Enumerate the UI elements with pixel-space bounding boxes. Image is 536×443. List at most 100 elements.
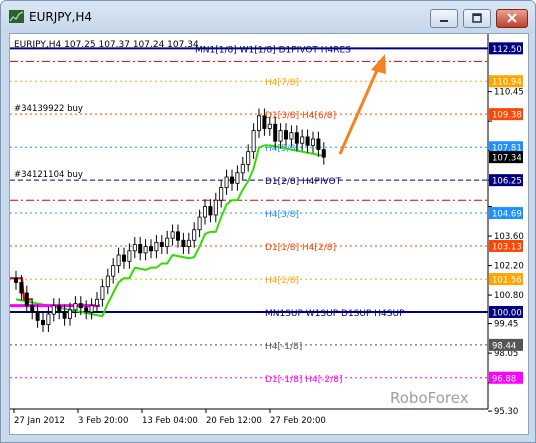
candle-body [310,138,315,146]
candle-body [100,286,105,300]
level-badge-text: 98.44 [492,341,516,351]
order-labels: #34139922 buy #34121104 buy [14,104,83,180]
candle-body [51,305,56,315]
candle-body [267,123,272,129]
candle-body [305,136,310,146]
candle-body [256,115,261,131]
candle-body [289,132,294,140]
watermark: RoboForex [390,389,469,407]
maximize-button[interactable] [463,9,491,28]
candle-body [235,172,240,184]
order-label: #34121104 buy [14,170,83,180]
candle-body [202,206,207,218]
candle-body [251,130,256,153]
candle-body [62,311,67,319]
candle-body [78,303,83,309]
candle-body [73,303,78,311]
candle-body [57,305,62,313]
candle-body [208,206,213,216]
time-tick-label: 13 Feb 04:00 [142,416,198,426]
candle-body [14,277,19,283]
candle-body [219,187,224,201]
level-badge-text: 101.56 [492,276,522,286]
level-badge-text: 103.13 [492,242,522,252]
maximize-icon [472,13,482,23]
level-label: MN1[1/8] W1[1/8] D1PIVOT H4RES [195,45,351,55]
price-tick-label: 100.80 [494,291,524,301]
candle-body [148,246,153,252]
candles [14,108,326,333]
chart-window: EURJPY,H4 MN1[1/8] W1[1/8] D1PIVOT H4RES… [0,0,536,443]
level-label: MN1SUP W1SUP D1SUP H4SUP [265,309,405,319]
candle-body [105,275,110,288]
price-chart[interactable]: MN1[1/8] W1[1/8] D1PIVOT H4RES H4[7/8] D1[… [10,34,528,434]
level-badge-text: 96.88 [492,374,516,384]
level-label: H4[-1/8] [265,342,302,352]
level-badge-text: 106.25 [492,177,522,187]
level-badge-text: 110.94 [492,78,522,88]
level-badge-text: 100.00 [492,308,522,318]
candle-body [262,115,267,129]
level-label: H4[3/8] [265,210,299,220]
time-tick-label: 20 Feb 12:00 [206,416,262,426]
price-tick-label: 110.45 [494,88,524,98]
candle-body [283,130,288,140]
candle-body [68,309,73,319]
candle-body [84,307,89,313]
time-axis-labels: 27 Jan 2012 3 Feb 20:00 13 Feb 04:00 20 Feb… [13,409,326,426]
level-label: D1[2/8] H4PIVOT [265,177,342,187]
candle-body [95,298,100,307]
chart-area[interactable]: MN1[1/8] W1[1/8] D1PIVOT H4RES H4[7/8] D1[… [9,33,529,435]
minimize-icon [440,20,448,22]
candle-body [111,265,116,277]
candle-body [316,138,321,150]
candle-body [19,282,24,294]
order-label: #34139922 buy [14,104,83,114]
candle-body [159,241,164,247]
candle-body [300,136,305,144]
candle-body [294,132,299,144]
candle-body [181,239,186,247]
forecast-arrow-icon [338,54,386,155]
candle-body [116,254,121,266]
candle-body [40,320,45,326]
candle-body [89,305,94,313]
price-tick-label: 99.45 [494,320,518,330]
close-button[interactable] [496,9,528,28]
candle-body [154,241,159,252]
candle-body [197,216,202,231]
candle-body [192,229,197,241]
candle-body [186,239,191,247]
level-badge-text: 109.38 [492,111,522,121]
time-tick-label: 27 Jan 2012 [14,416,65,426]
current-price-text: 107.34 [492,154,522,164]
chart-header: EURJPY,H4 107.25 107.37 107.24 107.34 [14,40,199,50]
candle-body [170,231,175,239]
candle-body [224,176,229,188]
candle-body [35,311,40,321]
candle-body [143,246,148,254]
candle-body [122,254,127,262]
murrey-levels: MN1[1/8] W1[1/8] D1PIVOT H4RES H4[7/8] D1[… [10,45,488,385]
candle-body [246,151,251,165]
price-tick-label: 95.30 [494,407,518,417]
chart-window-icon [9,10,24,23]
candle-body [127,250,132,262]
price-tick-label: 102.20 [494,262,524,272]
time-tick-label: 3 Feb 20:00 [78,416,128,426]
candle-body [46,313,51,326]
candle-body [273,123,278,142]
title-bar[interactable]: EURJPY,H4 [1,1,535,33]
candle-body [132,244,137,252]
level-label: D1[-1/8] H4[-2/8] [265,375,343,385]
candle-body [278,130,283,142]
candle-body [138,244,143,254]
candle-body [240,163,245,174]
level-badge-text: 104.69 [492,210,522,220]
candle-body [229,176,234,184]
minimize-button[interactable] [430,9,458,28]
level-label: H4[7/8] [265,78,299,88]
candle-body [213,199,218,216]
candle-body [165,237,170,247]
time-tick-label: 27 Feb 20:00 [270,416,326,426]
